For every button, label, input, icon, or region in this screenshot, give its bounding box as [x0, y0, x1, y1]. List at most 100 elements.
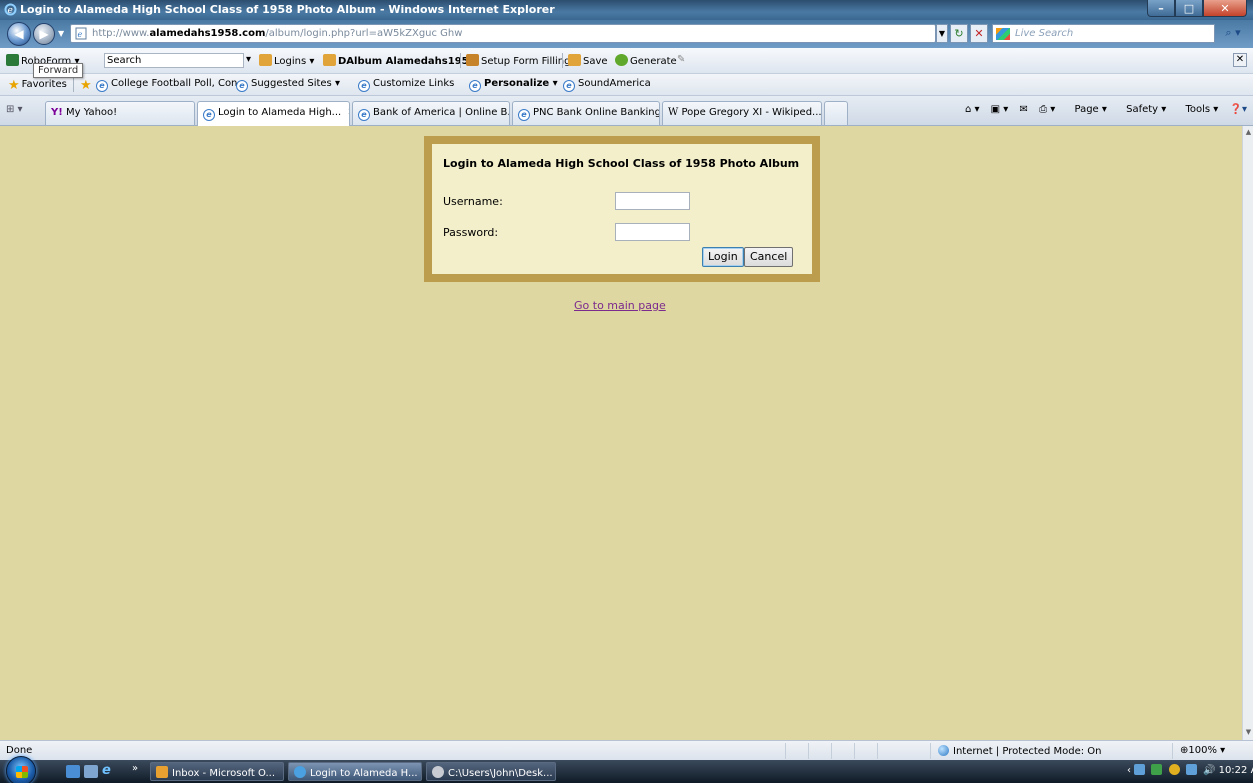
- generate-icon: [615, 54, 628, 66]
- task-explorer-folder[interactable]: C:\Users\John\Desk...: [426, 762, 556, 781]
- quick-tabs-icon[interactable]: ⊞ ▾: [6, 104, 34, 120]
- fav-link-personalize[interactable]: e Personalize ▾: [469, 78, 558, 92]
- ie-icon: e: [4, 3, 17, 16]
- maximize-button[interactable]: □: [1175, 0, 1203, 17]
- task-login-alameda[interactable]: Login to Alameda H...: [288, 762, 422, 781]
- save-button[interactable]: Save: [568, 54, 608, 67]
- ie-page-icon: e: [96, 80, 108, 92]
- svg-text:e: e: [8, 6, 13, 16]
- globe-icon: [938, 745, 949, 756]
- ie-quicklaunch-icon[interactable]: e: [102, 764, 116, 778]
- toolbar-divider: [460, 53, 461, 68]
- fav-link-college-football[interactable]: e College Football Poll, Con...: [96, 78, 247, 92]
- feeds-icon[interactable]: ▣ ▾: [991, 104, 1009, 115]
- svg-text:e: e: [78, 30, 83, 39]
- refresh-button[interactable]: ↻: [950, 24, 968, 43]
- recent-pages-dropdown[interactable]: ▼: [58, 29, 64, 38]
- show-desktop-icon[interactable]: [66, 765, 80, 778]
- search-dropdown-icon[interactable]: ▾: [246, 54, 251, 65]
- tab-my-yahoo[interactable]: Y! My Yahoo!: [45, 101, 195, 125]
- connection-icon[interactable]: [1185, 764, 1197, 775]
- page-menu[interactable]: Page ▾: [1066, 104, 1106, 115]
- password-label: Password:: [443, 226, 499, 239]
- tools-menu[interactable]: Tools ▾: [1177, 104, 1218, 115]
- search-input[interactable]: Live Search: [992, 24, 1215, 43]
- roboform-icon: [6, 54, 19, 66]
- forward-button[interactable]: ▶: [33, 23, 55, 45]
- safety-menu[interactable]: Safety ▾: [1118, 104, 1166, 115]
- window-title: Login to Alameda High School Class of 19…: [20, 3, 555, 16]
- status-divider: [854, 743, 855, 759]
- close-button[interactable]: ✕: [1203, 0, 1247, 17]
- home-icon[interactable]: ⌂ ▾: [965, 104, 980, 115]
- password-input[interactable]: [615, 223, 690, 241]
- task-inbox[interactable]: Inbox - Microsoft O...: [150, 762, 284, 781]
- clock[interactable]: 10:22 AM: [1219, 765, 1253, 776]
- status-divider: [831, 743, 832, 759]
- tab-bank-of-america[interactable]: e Bank of America | Online B...: [352, 101, 510, 125]
- pen-icon[interactable]: ✎: [677, 54, 685, 65]
- add-favorite-icon[interactable]: ★: [80, 78, 94, 93]
- wikipedia-icon: W: [668, 107, 679, 118]
- roboform-search-input[interactable]: Search: [104, 53, 244, 68]
- tab-close-icon[interactable]: ✕: [347, 107, 349, 118]
- status-divider: [930, 743, 931, 759]
- window-titlebar[interactable]: e Login to Alameda High School Class of …: [0, 0, 1253, 20]
- switch-windows-icon[interactable]: [84, 765, 98, 778]
- favorites-button[interactable]: ★ Favorites: [8, 78, 67, 93]
- ie-page-icon: e: [236, 80, 248, 92]
- new-tab-button[interactable]: [824, 101, 848, 125]
- main-page-link[interactable]: Go to main page: [574, 299, 666, 312]
- url-dropdown-button[interactable]: ▼: [936, 24, 948, 43]
- security-zone[interactable]: Internet | Protected Mode: On: [938, 745, 1101, 757]
- back-button[interactable]: ◀: [7, 22, 31, 46]
- status-divider: [785, 743, 786, 759]
- scroll-down-icon[interactable]: ▼: [1244, 728, 1253, 738]
- setup-form-filling-button[interactable]: Setup Form Filling: [466, 54, 570, 67]
- tab-pope-gregory[interactable]: W Pope Gregory XI - Wikiped...: [662, 101, 822, 125]
- user-icon[interactable]: [1151, 764, 1163, 775]
- logins-menu[interactable]: Logins ▾: [259, 54, 314, 67]
- ie-page-icon: e: [518, 109, 530, 121]
- vertical-scrollbar[interactable]: ▲ ▼: [1242, 126, 1253, 740]
- cancel-button[interactable]: Cancel: [744, 247, 794, 267]
- save-icon: [568, 54, 581, 66]
- favorites-bar: ★ Favorites ★ e College Football Poll, Con…: [0, 74, 1253, 96]
- username-input[interactable]: [615, 192, 690, 210]
- command-bar: ⌂ ▾ ▣ ▾ ✉ ⎙ ▾ Page ▾ Safety ▾ Tools ▾ ❓▾: [957, 104, 1247, 115]
- mail-icon[interactable]: ✉: [1020, 104, 1028, 115]
- logins-icon: [259, 54, 272, 66]
- stop-button[interactable]: ✕: [970, 24, 988, 43]
- login-button[interactable]: Login: [702, 247, 744, 267]
- status-divider: [1172, 743, 1173, 759]
- search-placeholder: Live Search: [1015, 28, 1074, 39]
- scroll-up-icon[interactable]: ▲: [1244, 128, 1253, 138]
- tab-login-alameda[interactable]: eLogin to Alameda High...✕: [197, 101, 350, 126]
- zoom-level[interactable]: ⊕100% ▾: [1180, 745, 1225, 756]
- login-frame: Login to Alameda High School Class of 19…: [424, 136, 820, 282]
- system-tray: ‹ 🔊 10:22 AM: [1127, 764, 1253, 776]
- toolbar-close-icon[interactable]: ✕: [1233, 53, 1247, 67]
- fav-link-suggested-sites[interactable]: e Suggested Sites ▾: [236, 78, 340, 92]
- update-icon[interactable]: [1168, 764, 1180, 775]
- minimize-button[interactable]: –: [1147, 0, 1175, 17]
- live-search-icon: [996, 28, 1010, 40]
- volume-icon[interactable]: 🔊: [1203, 765, 1215, 776]
- tab-pnc-bank[interactable]: e PNC Bank Online Banking: [512, 101, 660, 125]
- search-icon[interactable]: ⌕ ▾: [1218, 24, 1248, 43]
- fav-link-soundamerica[interactable]: e SoundAmerica: [563, 78, 651, 92]
- quicklaunch-overflow-icon[interactable]: »: [132, 763, 138, 774]
- status-bar: Done Internet | Protected Mode: On ⊕100%…: [0, 740, 1253, 760]
- start-button[interactable]: [6, 756, 36, 783]
- tray-expand-icon[interactable]: ‹: [1127, 765, 1131, 776]
- ie-page-icon: e: [203, 109, 215, 121]
- dalbum-login-button[interactable]: DAlbum Alamedahs1958: [323, 54, 476, 67]
- fav-link-customize-links[interactable]: e Customize Links: [358, 78, 454, 92]
- help-icon[interactable]: ❓▾: [1230, 104, 1247, 115]
- page-icon: e: [75, 27, 87, 40]
- window-controls: – □ ✕: [1147, 0, 1247, 18]
- print-icon[interactable]: ⎙ ▾: [1039, 104, 1055, 115]
- generate-button[interactable]: Generate: [615, 54, 677, 67]
- network-icon[interactable]: [1134, 764, 1146, 775]
- url-input[interactable]: e http://www.alamedahs1958.com/album/log…: [70, 24, 936, 43]
